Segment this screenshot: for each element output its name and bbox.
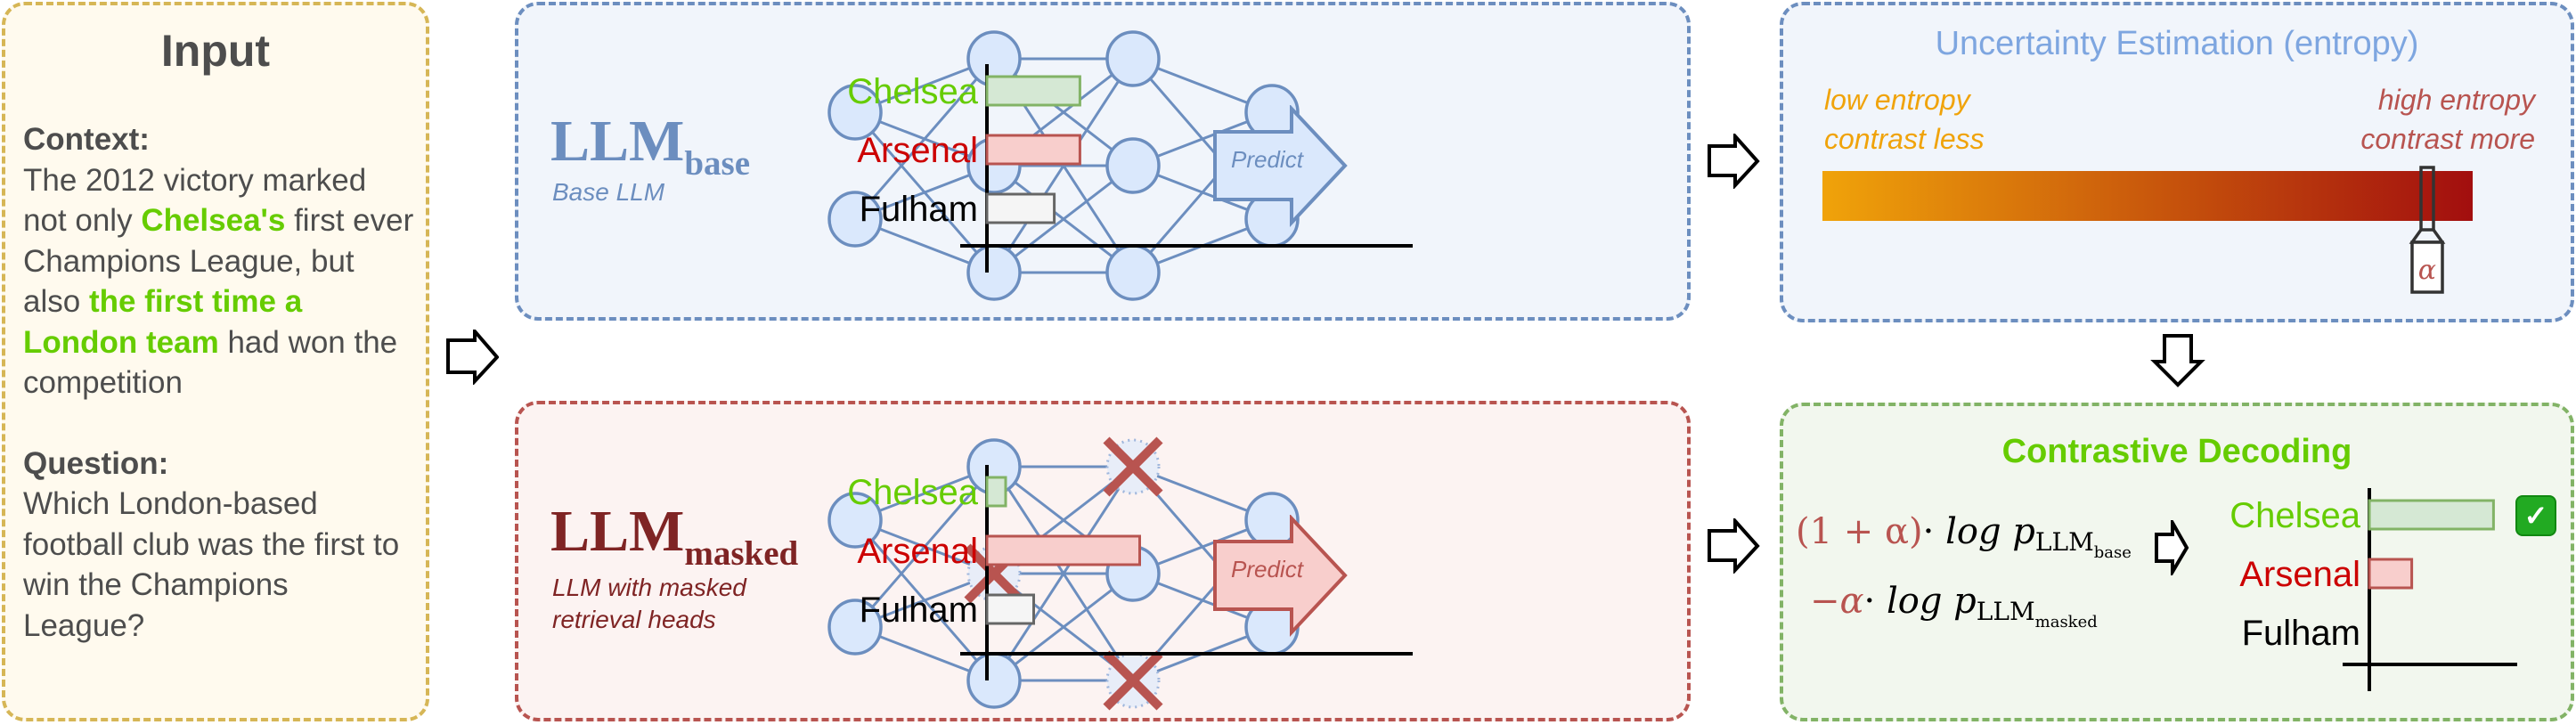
context-text: The 2012 victory marked not only Chelsea…: [23, 160, 415, 403]
low-entropy-line1: low entropy: [1824, 84, 1970, 116]
bar-label-fulham: Fulham: [2242, 614, 2360, 653]
bar-label-arsenal: Arsenal: [857, 131, 978, 170]
bar-arsenal: [985, 134, 1081, 166]
low-entropy-label: low entropy contrast less: [1824, 80, 1985, 159]
input-title: Input: [160, 26, 271, 76]
masked-model-panel: LLMmasked LLM with masked retrieval head…: [515, 401, 1691, 721]
check-mark-icon: ✓: [2515, 495, 2556, 536]
alpha-label: α: [2417, 255, 2437, 286]
input-body: Context: The 2012 victory marked not onl…: [23, 119, 415, 646]
bar-fulham: [985, 192, 1056, 224]
uncertainty-title: Uncertainty Estimation (entropy): [1935, 25, 2419, 62]
bar-fulham: [985, 593, 1035, 625]
contrastive-decoding-panel: Contrastive Decoding (1 + α)· log pLLMba…: [1780, 403, 2574, 721]
question-text: Which London-based football club was the…: [23, 486, 400, 643]
bar-arsenal: [2368, 558, 2414, 590]
bar-label-chelsea: Chelsea: [2230, 496, 2361, 535]
bar-chelsea: [2368, 499, 2495, 531]
context-label: Context:: [23, 122, 150, 157]
high-entropy-label: high entropy contrast more: [2360, 80, 2535, 159]
question-label: Question:: [23, 445, 169, 481]
bar-label-arsenal: Arsenal: [857, 532, 978, 571]
bar-label-fulham: Fulham: [860, 591, 978, 630]
bar-label-fulham: Fulham: [860, 190, 978, 229]
bar-chart-contrastive: Chelsea Arsenal Fulham: [2230, 488, 2517, 691]
arrow-right-icon: [446, 330, 499, 385]
high-entropy-line1: high entropy: [2377, 84, 2535, 116]
input-panel: Input Context: The 2012 victory marked n…: [2, 2, 429, 721]
bar-arsenal: [985, 534, 1141, 566]
arrow-right-icon: [1708, 518, 1760, 574]
bar-chelsea: [985, 476, 1007, 508]
bar-label-chelsea: Chelsea: [847, 473, 979, 512]
arrow-down-icon: [2150, 334, 2205, 387]
uncertainty-panel: Uncertainty Estimation (entropy) low ent…: [1780, 2, 2574, 322]
context-highlight: Chelsea's: [141, 203, 286, 238]
arrow-right-icon: [1708, 134, 1760, 189]
bar-chart-masked: Chelsea Arsenal Fulham: [847, 465, 1413, 680]
high-entropy-line2: contrast more: [2360, 123, 2535, 155]
bar-chelsea: [985, 75, 1081, 107]
bar-label-chelsea: Chelsea: [847, 72, 979, 111]
entropy-gradient-bar: [1822, 171, 2473, 221]
low-entropy-line2: contrast less: [1824, 123, 1985, 155]
base-model-panel: LLMbase Base LLM Predict Chelsea Arsenal F…: [515, 2, 1691, 321]
bar-label-arsenal: Arsenal: [2239, 555, 2360, 594]
alpha-slider[interactable]: α: [2409, 166, 2446, 294]
bar-chart-base: Chelsea Arsenal Fulham: [847, 64, 1413, 273]
